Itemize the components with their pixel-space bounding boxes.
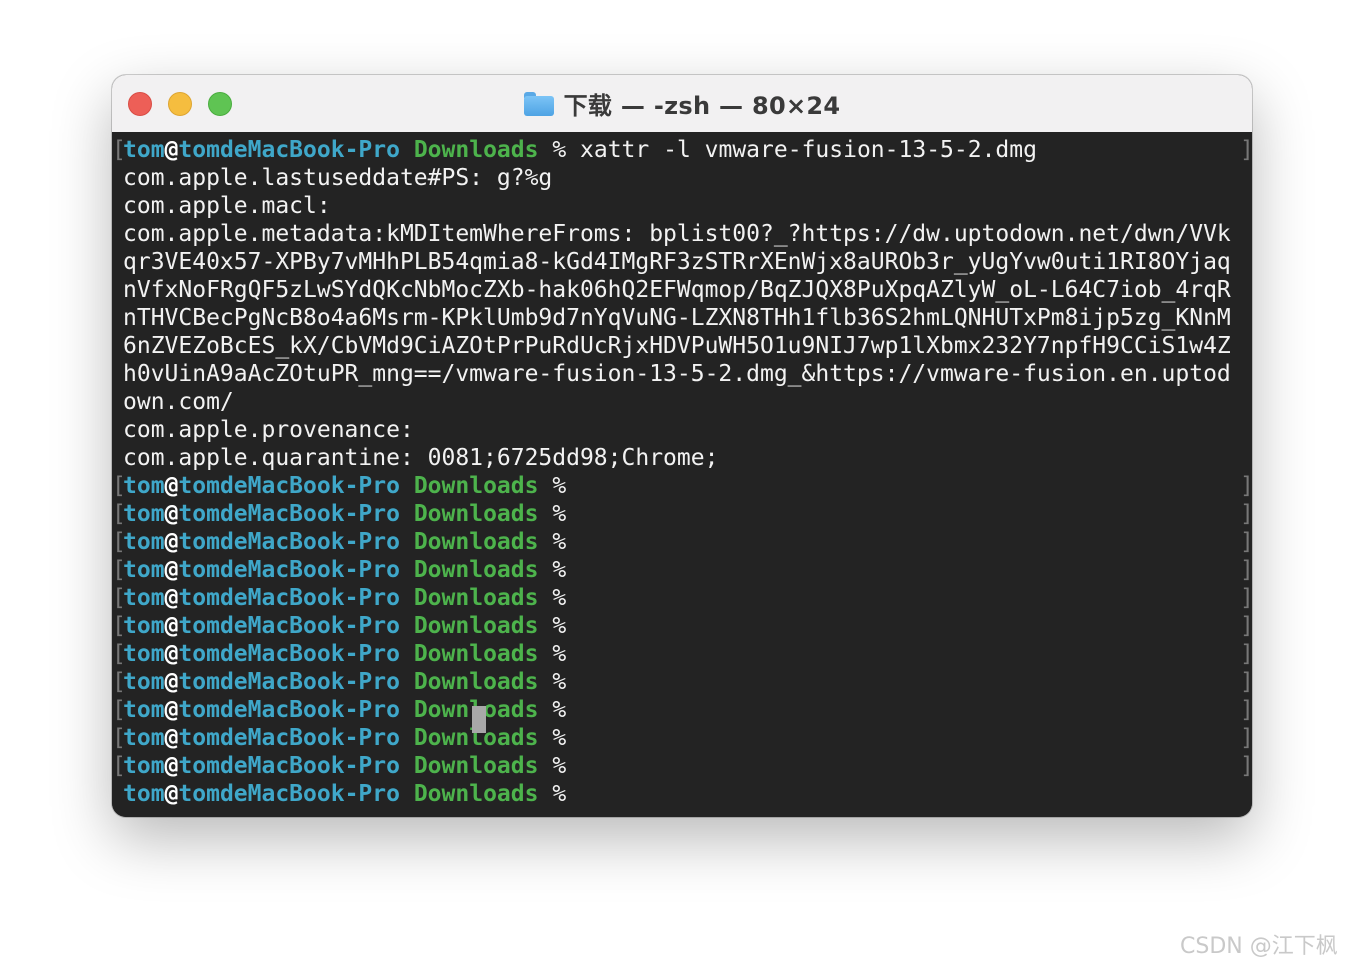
output-line: com.apple.provenance:	[123, 417, 414, 443]
mark-bracket-right: ]	[1240, 472, 1252, 500]
text-cursor	[472, 706, 486, 733]
prompt-host: tomdeMacBook-Pro	[178, 137, 400, 163]
prompt-user: tom	[123, 137, 165, 163]
terminal-window: 下载 — -zsh — 80×24 [ tom@tomdeMacBook-Pro…	[112, 75, 1252, 817]
prompt-symbol: %	[552, 137, 567, 163]
mark-bracket-right: ]	[1240, 752, 1252, 780]
output-line: qr3VE40x57-XPBy7vMHhPLB54qmia8-kGd4IMgRF…	[123, 249, 1231, 275]
mark-bracket-right: ]	[1240, 584, 1252, 612]
output-line: com.apple.macl:	[123, 193, 331, 219]
window-title: 下载 — -zsh — 80×24	[563, 92, 841, 120]
prompt-line: tom@tomdeMacBook-Pro Downloads %	[123, 725, 567, 751]
mark-bracket-right: ]	[1240, 136, 1252, 164]
prompt-at: @	[164, 137, 179, 163]
output-line: own.com/	[123, 389, 234, 415]
mark-bracket-right: ]	[1240, 500, 1252, 528]
mark-bracket-right: ]	[1240, 528, 1252, 556]
output-line: com.apple.lastuseddate#PS: g?%g	[123, 165, 553, 191]
terminal-content[interactable]: [ tom@tomdeMacBook-Pro Downloads % xattr…	[112, 132, 1252, 817]
prompt-line: tom@tomdeMacBook-Pro Downloads %	[123, 753, 567, 779]
prompt-line: tom@tomdeMacBook-Pro Downloads %	[123, 641, 567, 667]
mark-bracket-right: ]	[1240, 612, 1252, 640]
output-line: nTHVCBecPgNcB8o4a6Msrm-KPklUmb9d7nYqVuNG…	[123, 305, 1231, 331]
prompt-line: tom@tomdeMacBook-Pro Downloads %	[123, 501, 567, 527]
prompt-dir: Downloads	[413, 137, 539, 163]
mark-bracket-right: ]	[1240, 640, 1252, 668]
mark-bracket-right: ]	[1240, 556, 1252, 584]
prompt-line: tom@tomdeMacBook-Pro Downloads %	[123, 473, 567, 499]
active-prompt-line[interactable]: tom@tomdeMacBook-Pro Downloads %	[123, 780, 566, 808]
prompt-line: tom@tomdeMacBook-Pro Downloads %	[123, 585, 567, 611]
title-bar[interactable]: 下载 — -zsh — 80×24	[112, 75, 1252, 133]
output-line: 6nZVEZoBcES_kX/CbVMd9CiAZOtPrPuRdUcRjxHD…	[123, 333, 1231, 359]
command-text: xattr -l vmware-fusion-13-5-2.dmg	[566, 137, 1037, 163]
command-line: tom@tomdeMacBook-Pro Downloads % xattr -…	[123, 136, 1037, 164]
mark-bracket-right: ]	[1240, 668, 1252, 696]
prompt-line: tom@tomdeMacBook-Pro Downloads %	[123, 697, 567, 723]
mark-bracket-right: ]	[1240, 696, 1252, 724]
prompt-line: tom@tomdeMacBook-Pro Downloads %	[123, 529, 567, 555]
output-line: com.apple.metadata:kMDItemWhereFroms: bp…	[123, 221, 1231, 247]
output-line: com.apple.quarantine: 0081;6725dd98;Chro…	[123, 445, 719, 471]
prompt-line: tom@tomdeMacBook-Pro Downloads %	[123, 613, 567, 639]
mark-bracket-right: ]	[1240, 724, 1252, 752]
prompt-line: tom@tomdeMacBook-Pro Downloads %	[123, 669, 567, 695]
folder-icon	[523, 91, 554, 116]
output-line: h0vUinA9aAcZOtuPR_mng==/vmware-fusion-13…	[123, 361, 1231, 387]
watermark-text: CSDN @江下枫	[1180, 934, 1338, 959]
window-title-group: 下载 — -zsh — 80×24	[112, 75, 1252, 132]
prompt-line: tom@tomdeMacBook-Pro Downloads %	[123, 557, 567, 583]
output-line: nVfxNoFRgQF5zLwSYdQKcNbMocZXb-hak06hQ2EF…	[123, 277, 1231, 303]
